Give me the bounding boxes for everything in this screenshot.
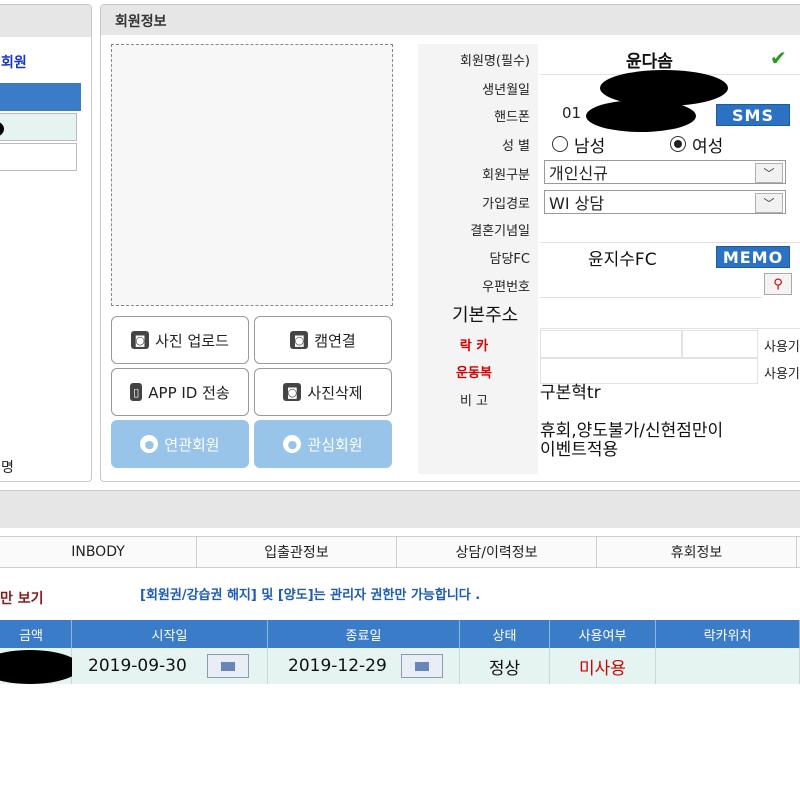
locker-label: 락 카 [418, 330, 538, 358]
join-route-select[interactable]: WI 상담 ﹀ [544, 190, 786, 214]
left-panel: 회원 명 [0, 4, 92, 482]
tab-consult-history[interactable]: 상담/이력정보 [397, 537, 597, 567]
left-panel-bottom-label: 명 [1, 460, 14, 476]
left-list-row[interactable] [0, 143, 77, 171]
tab-pause-info[interactable]: 휴회정보 [597, 537, 797, 567]
start-date-cell: 2019-09-30 [72, 648, 268, 684]
col-header-start-date[interactable]: 시작일 [72, 620, 268, 648]
gender-male-radio[interactable]: 남성 [552, 132, 605, 157]
photo-delete-button[interactable]: ◙ 사진삭제 [254, 368, 392, 416]
locker-use-label: 사용기 [764, 340, 800, 355]
left-panel-link[interactable]: 회원 [1, 52, 27, 72]
sms-button[interactable]: SMS [716, 104, 790, 126]
tab-bar: INBODY 입출관정보 상담/이력정보 휴회정보 [0, 536, 800, 568]
camera-icon: ◙ [283, 383, 302, 401]
table-row[interactable]: 2019-09-30 2019-12-29 정상 미사용 [0, 648, 800, 684]
note-line: 이벤트적용 [540, 440, 619, 460]
gender-label: 성 별 [418, 130, 538, 158]
radio-icon [552, 136, 568, 152]
uniform-label: 운동복 [418, 358, 538, 384]
tab-inbody[interactable]: INBODY [0, 537, 197, 567]
end-date-cell: 2019-12-29 [268, 648, 460, 684]
radio-selected-icon [670, 136, 686, 152]
table-header: 금액 시작일 종료일 상태 사용여부 락카위치 [0, 620, 800, 648]
calendar-icon[interactable] [206, 654, 249, 678]
col-header-amount[interactable]: 금액 [0, 620, 72, 648]
camera-icon: ◙ [290, 331, 309, 349]
name-label: 회원명(필수) [418, 44, 538, 74]
col-header-status[interactable]: 상태 [460, 620, 550, 648]
address-label: 기본주소 [452, 305, 519, 326]
anniversary-label: 결혼기념일 [418, 216, 538, 242]
related-member-button[interactable]: ● 연관회원 [111, 420, 249, 468]
people-icon: ● [140, 435, 159, 453]
note-line: 휴회,양도불가/신현점만이 [540, 421, 724, 441]
join-route-label: 가입경로 [418, 188, 538, 216]
chevron-down-icon[interactable]: ﹀ [755, 193, 783, 213]
phone-label: 핸드폰 [418, 102, 538, 128]
fc-value[interactable]: 윤지수FC [588, 244, 657, 270]
member-type-label: 회원구분 [418, 158, 538, 188]
fc-label: 담당FC [418, 242, 538, 272]
locker-cell [656, 648, 800, 684]
calendar-icon[interactable] [400, 654, 443, 678]
note-label: 비 고 [418, 386, 538, 412]
uniform-input[interactable] [540, 358, 758, 384]
left-list-row[interactable] [0, 113, 77, 141]
col-header-usage[interactable]: 사용여부 [550, 620, 656, 648]
status-cell: 정상 [460, 648, 550, 684]
member-type-select[interactable]: 개인신규 ﹀ [544, 160, 786, 184]
col-header-end-date[interactable]: 종료일 [268, 620, 460, 648]
check-icon: ✔ [770, 46, 787, 70]
amount-cell [0, 648, 80, 684]
chevron-down-icon[interactable]: ﹀ [755, 163, 783, 183]
view-filter-label[interactable]: 만 보기 [0, 588, 44, 608]
permission-notice: [회원권/강습권 해지] 및 [양도]는 관리자 권한만 가능합니다 . [140, 588, 481, 603]
left-panel-header [0, 5, 91, 37]
end-date-value[interactable]: 2019-12-29 [288, 656, 387, 676]
camera-icon: ◙ [131, 331, 150, 349]
row-divider [540, 328, 800, 329]
birth-label: 생년월일 [418, 74, 538, 102]
zip-input[interactable] [540, 272, 762, 298]
memo-button[interactable]: MEMO [716, 246, 790, 268]
phone-partial[interactable]: 01 [562, 104, 581, 122]
photo-area[interactable] [111, 44, 393, 306]
row-divider [540, 242, 800, 243]
interest-member-button[interactable]: ● 관심회원 [254, 420, 392, 468]
locker-input-2[interactable] [682, 330, 758, 358]
note-line: 구본혁tr [540, 383, 601, 403]
photo-upload-button[interactable]: ◙ 사진 업로드 [111, 316, 249, 364]
zip-label: 우편번호 [418, 272, 538, 298]
redaction-mark [586, 100, 696, 132]
redaction-mark [0, 650, 80, 684]
usage-cell: 미사용 [550, 648, 656, 684]
bottom-section-header [0, 490, 800, 528]
app-id-send-button[interactable]: ▯ APP ID 전송 [111, 368, 249, 416]
tab-entry-info[interactable]: 입출관정보 [197, 537, 397, 567]
left-list-selected-row[interactable] [0, 83, 81, 111]
gender-female-radio[interactable]: 여성 [670, 132, 723, 157]
start-date-value[interactable]: 2019-09-30 [88, 656, 187, 676]
locker-input[interactable] [540, 330, 682, 358]
member-info-header: 회원정보 [101, 5, 800, 35]
cam-connect-button[interactable]: ◙ 캠연결 [254, 316, 392, 364]
uniform-use-label: 사용기 [764, 367, 800, 382]
search-icon: ⚲ [773, 276, 783, 292]
phone-icon: ▯ [130, 383, 143, 401]
col-header-locker[interactable]: 락카위치 [656, 620, 800, 648]
person-star-icon: ● [283, 435, 302, 453]
note-textarea[interactable]: 구본혁tr 휴회,양도불가/신현점만이 이벤트적용 [540, 384, 800, 474]
redaction-mark [0, 120, 4, 138]
zip-search-button[interactable]: ⚲ [764, 273, 792, 295]
member-info-title: 회원정보 [115, 14, 167, 30]
